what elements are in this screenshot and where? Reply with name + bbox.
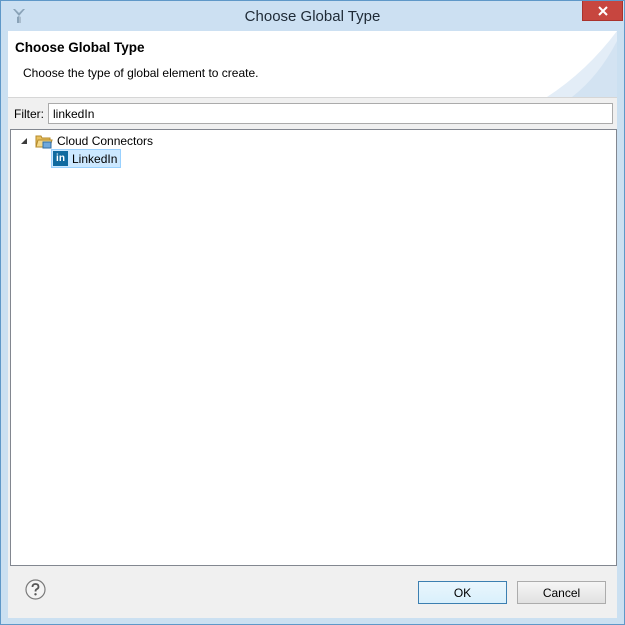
banner-description: Choose the type of global element to cre… <box>23 66 259 80</box>
expanded-arrow-icon[interactable] <box>19 136 29 146</box>
help-icon[interactable] <box>25 579 46 600</box>
cancel-button[interactable]: Cancel <box>517 581 606 604</box>
linkedin-icon: in <box>53 151 68 166</box>
banner-decoration <box>547 31 617 97</box>
tree-item-linkedin[interactable]: in LinkedIn <box>51 149 122 168</box>
folder-icon <box>35 135 53 149</box>
window-title: Choose Global Type <box>244 8 381 25</box>
type-tree[interactable]: Cloud Connectors in LinkedIn <box>10 129 617 566</box>
filter-input[interactable] <box>48 103 613 124</box>
tree-item-label: LinkedIn <box>72 151 118 166</box>
dialog-content: Choose Global Type Choose the type of gl… <box>8 31 617 618</box>
ok-button[interactable]: OK <box>418 581 507 604</box>
close-icon <box>597 5 608 16</box>
filter-label: Filter: <box>14 107 44 121</box>
close-button[interactable] <box>582 1 623 21</box>
tree-item-label: Cloud Connectors <box>57 134 154 148</box>
tree-item-cloud-connectors[interactable]: Cloud Connectors <box>19 132 153 150</box>
banner-title: Choose Global Type <box>15 40 145 55</box>
header-banner: Choose Global Type Choose the type of gl… <box>8 31 617 98</box>
dialog-window: Choose Global Type Choose Global Type Ch… <box>0 0 625 625</box>
title-bar[interactable]: Choose Global Type <box>1 1 624 31</box>
button-bar: OK Cancel <box>8 567 617 618</box>
